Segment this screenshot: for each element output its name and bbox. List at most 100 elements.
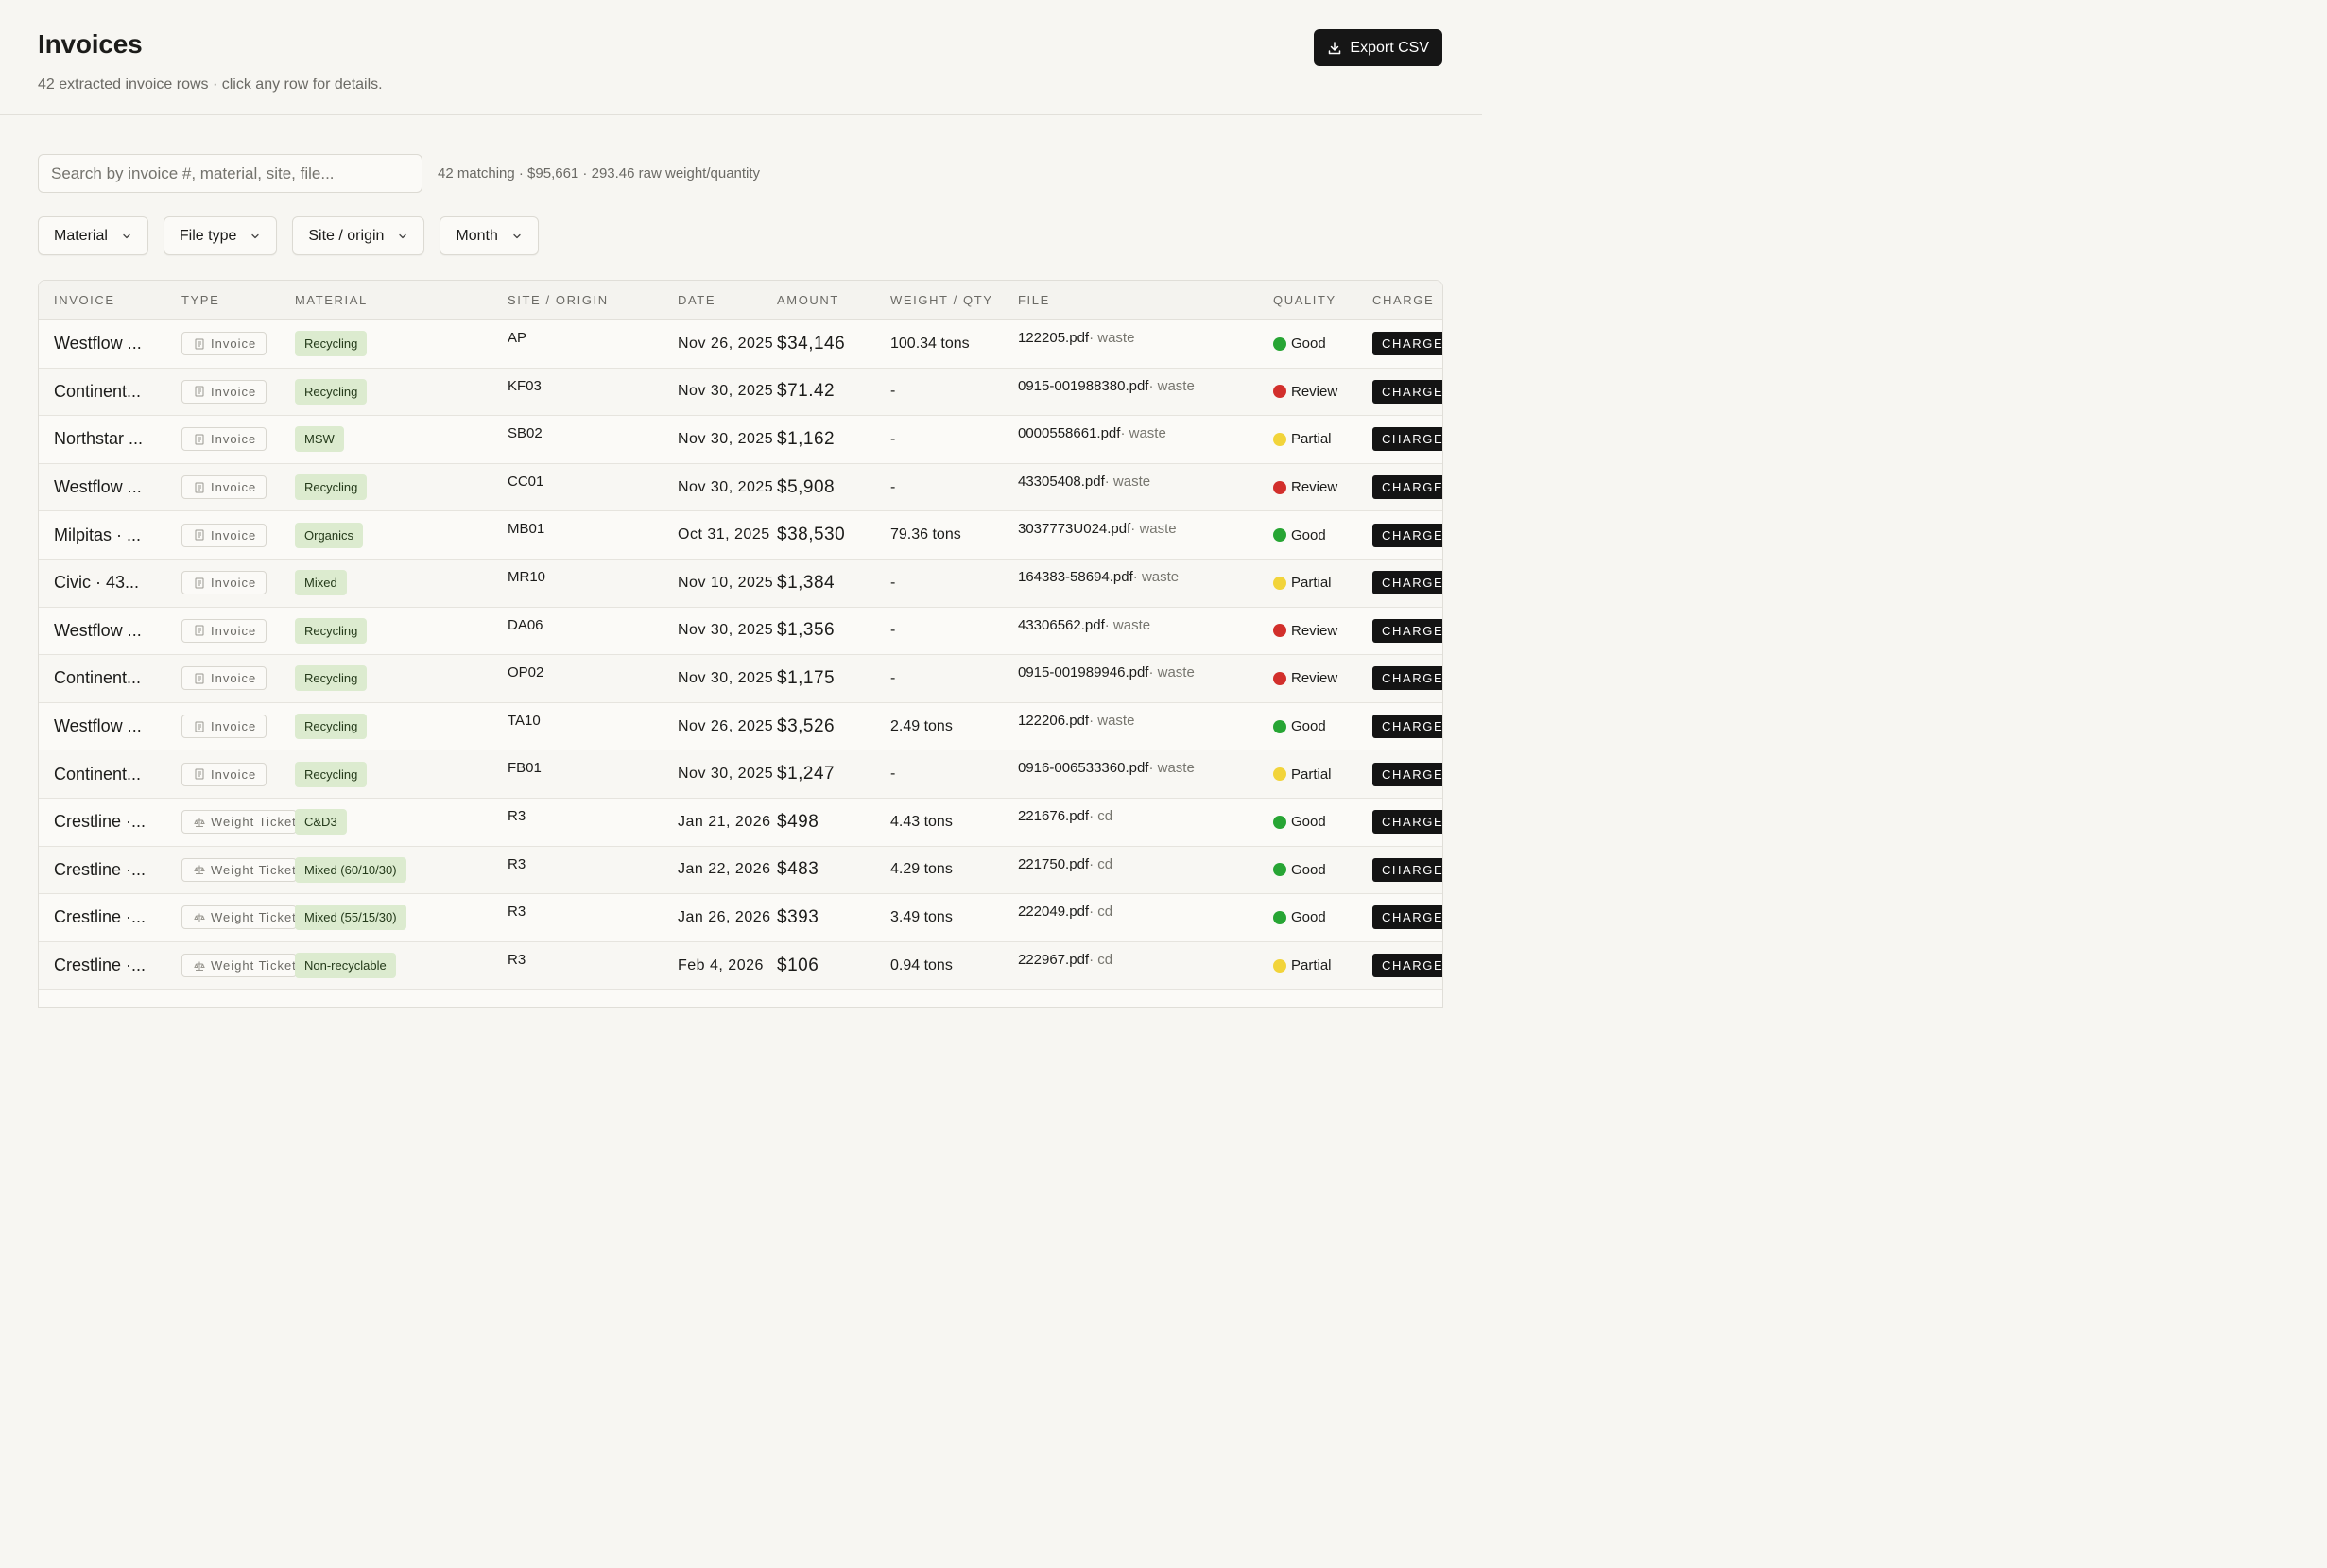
quality-label: Review bbox=[1291, 383, 1338, 400]
table-row[interactable]: Northstar ... Invoice MSW SB02 Nov 30, 2025 $… bbox=[39, 416, 1442, 464]
quality-label: Partial bbox=[1291, 766, 1332, 783]
file-name[interactable]: 43305408.pdf bbox=[1018, 474, 1105, 490]
quality-dot-icon bbox=[1273, 910, 1286, 924]
file-name[interactable]: 221750.pdf bbox=[1018, 856, 1089, 872]
filter-month[interactable]: Month bbox=[440, 216, 539, 255]
column-header-material[interactable]: Material bbox=[295, 293, 368, 307]
column-header-charge[interactable]: Charge bbox=[1372, 293, 1434, 307]
quality-label: Good bbox=[1291, 814, 1326, 831]
invoice-amount: $3,526 bbox=[777, 715, 836, 736]
quality-label: Good bbox=[1291, 718, 1326, 735]
type-cell: Invoice bbox=[181, 608, 267, 655]
column-header-invoice[interactable]: Invoice bbox=[54, 293, 115, 307]
material-badge: Mixed (60/10/30) bbox=[295, 856, 406, 883]
column-header-site[interactable]: Site / origin bbox=[508, 293, 609, 307]
file-name[interactable]: 222049.pdf bbox=[1018, 904, 1089, 920]
material-badge: Recycling bbox=[295, 761, 368, 787]
invoice-date: Jan 22, 2026 bbox=[678, 861, 771, 878]
file-name[interactable]: 3037773U024.pdf bbox=[1018, 521, 1130, 537]
type-badge: Invoice bbox=[181, 715, 267, 739]
file-kind: · waste bbox=[1120, 425, 1166, 442]
quality-label: Good bbox=[1291, 909, 1326, 926]
quality-cell: Partial bbox=[1273, 750, 1332, 798]
file-cell: 222049.pdf · cd bbox=[1018, 904, 1112, 920]
invoice-date: Nov 30, 2025 bbox=[678, 766, 774, 783]
table-row[interactable]: Civic · 43... Invoice Mixed MR10 Nov 10, 202… bbox=[39, 559, 1442, 608]
type-cell: Invoice bbox=[181, 655, 267, 702]
table-row[interactable]: Westflow ... Invoice Recycling AP Nov 26, 20… bbox=[39, 320, 1442, 369]
file-name[interactable]: 0916-006533360.pdf bbox=[1018, 760, 1148, 776]
file-name[interactable]: 0915-001988380.pdf bbox=[1018, 378, 1148, 394]
column-header-date[interactable]: Date bbox=[678, 293, 715, 307]
filter-material[interactable]: Material bbox=[38, 216, 148, 255]
material-badge: Recycling bbox=[295, 331, 368, 357]
charge-cell: CHARGED bbox=[1372, 847, 1442, 894]
invoice-vendor: Crestline ·... bbox=[54, 859, 147, 879]
material-badge: Mixed bbox=[295, 570, 347, 596]
site-origin: SB02 bbox=[508, 425, 543, 442]
document-icon bbox=[195, 338, 204, 350]
file-kind: · waste bbox=[1089, 712, 1135, 729]
file-name[interactable]: 122205.pdf bbox=[1018, 330, 1089, 346]
file-kind: · waste bbox=[1148, 377, 1195, 394]
table-row[interactable]: Continent... Invoice Recycling KF03 Nov 30, … bbox=[39, 368, 1442, 417]
file-name[interactable]: 122206.pdf bbox=[1018, 713, 1089, 729]
table-row[interactable]: Crestline ·... Weight Ticket C&D3 R3 Jan 21,… bbox=[39, 799, 1442, 847]
quality-label: Review bbox=[1291, 622, 1338, 639]
type-cell: Invoice bbox=[181, 369, 267, 416]
type-label: Weight Ticket bbox=[211, 862, 297, 877]
charge-badge: CHARGED bbox=[1372, 666, 1442, 691]
table-row[interactable]: Continent... Invoice Recycling OP02 Nov 30, … bbox=[39, 655, 1442, 703]
column-header-weight[interactable]: Weight / qty bbox=[890, 293, 993, 307]
invoice-date: Feb 4, 2026 bbox=[678, 956, 764, 974]
download-icon bbox=[1329, 41, 1341, 54]
file-kind: · waste bbox=[1104, 473, 1151, 490]
column-header-file[interactable]: File bbox=[1018, 293, 1050, 307]
table-row[interactable]: Westflow ... Invoice Recycling CC01 Nov 30, … bbox=[39, 463, 1442, 512]
file-cell: 164383-58694.pdf · waste bbox=[1018, 569, 1179, 585]
table-row[interactable]: Milpitas · ... Invoice Organics MB01 Oct 31,… bbox=[39, 511, 1442, 560]
file-cell: 0915-001989946.pdf · waste bbox=[1018, 664, 1195, 681]
weight-qty: 79.36 tons bbox=[890, 526, 961, 543]
type-badge: Weight Ticket bbox=[181, 905, 297, 930]
document-icon bbox=[195, 768, 204, 780]
invoice-amount: $34,146 bbox=[777, 333, 846, 353]
column-header-type[interactable]: Type bbox=[181, 293, 219, 307]
file-name[interactable]: 43306562.pdf bbox=[1018, 617, 1105, 633]
table-row[interactable]: Crestline ·... Weight Ticket Non-recyclabl… bbox=[39, 941, 1442, 991]
invoice-amount: $393 bbox=[777, 906, 819, 927]
material-badge: Organics bbox=[295, 522, 364, 548]
material-cell: Recycling bbox=[295, 750, 368, 798]
table-row[interactable]: Crestline ·... Weight Ticket Mixed (55/15/… bbox=[39, 894, 1442, 942]
invoice-amount: $1,384 bbox=[777, 572, 836, 593]
column-header-quality[interactable]: Quality bbox=[1273, 293, 1336, 307]
file-name[interactable]: 221676.pdf bbox=[1018, 808, 1089, 824]
column-header-amount[interactable]: Amount bbox=[777, 293, 839, 307]
invoice-amount: $483 bbox=[777, 859, 819, 880]
weight-qty: - bbox=[890, 478, 896, 495]
table-row[interactable]: Westflow ... Invoice Recycling DA06 Nov 30, … bbox=[39, 608, 1442, 656]
file-cell: 43306562.pdf · waste bbox=[1018, 617, 1150, 633]
material-cell: Non-recyclable bbox=[295, 942, 396, 990]
file-cell: 221750.pdf · cd bbox=[1018, 856, 1112, 872]
file-name[interactable]: 0915-001989946.pdf bbox=[1018, 664, 1148, 681]
file-name[interactable]: 164383-58694.pdf bbox=[1018, 569, 1133, 585]
table-row[interactable]: Continent... Invoice Recycling FB01 Nov 30, … bbox=[39, 750, 1442, 799]
material-badge: Recycling bbox=[295, 474, 368, 501]
filter-file-type[interactable]: File type bbox=[163, 216, 278, 255]
table-row[interactable]: Westflow ... Invoice Recycling TA10 Nov 26, … bbox=[39, 703, 1442, 751]
file-name[interactable]: 222967.pdf bbox=[1018, 952, 1089, 968]
filter-label: Month bbox=[456, 227, 498, 244]
invoice-vendor: Crestline ·... bbox=[54, 956, 147, 975]
search-input[interactable] bbox=[38, 154, 422, 193]
type-label: Invoice bbox=[211, 671, 257, 686]
filter-site-origin[interactable]: Site / origin bbox=[292, 216, 425, 255]
invoice-table: Invoice Type Material Site / origin Date… bbox=[38, 280, 1443, 1008]
charge-cell: CHARGED bbox=[1372, 416, 1442, 463]
export-csv-button[interactable]: Export CSV bbox=[1314, 29, 1442, 66]
type-cell: Weight Ticket bbox=[181, 942, 297, 990]
quality-dot-icon bbox=[1273, 863, 1286, 877]
table-row[interactable]: Crestline ·... Weight Ticket Mixed (60/10/… bbox=[39, 846, 1442, 895]
file-name[interactable]: 0000558661.pdf bbox=[1018, 425, 1120, 441]
material-cell: Recycling bbox=[295, 320, 368, 368]
